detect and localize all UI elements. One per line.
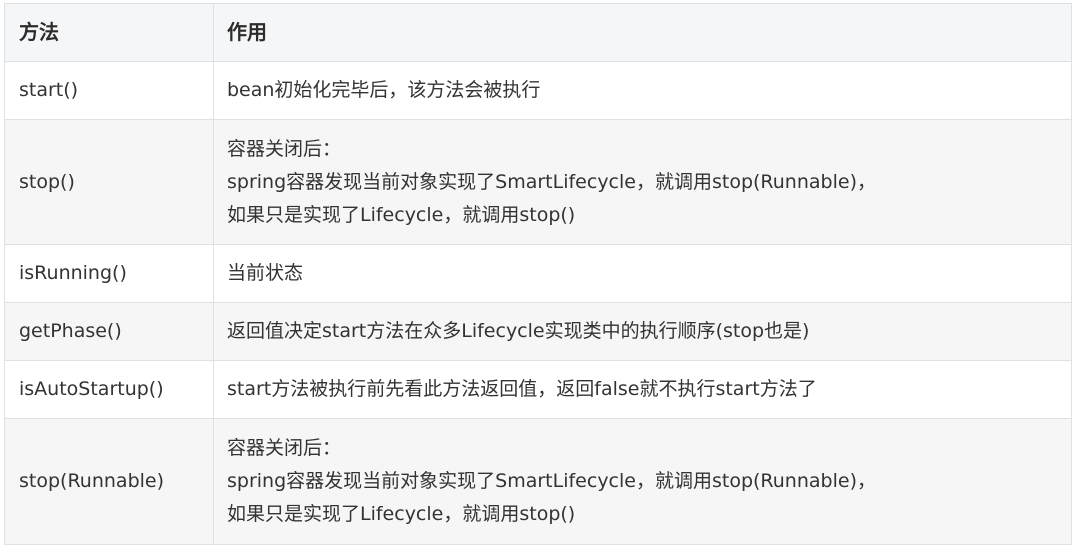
description-line: bean初始化完毕后，该方法会被执行 [227,79,541,101]
table-row: isAutoStartup() start方法被执行前先看此方法返回值，返回fa… [5,361,1071,419]
table-row: stop(Runnable) 容器关闭后： spring容器发现当前对象实现了S… [5,419,1071,544]
description-line: spring容器发现当前对象实现了SmartLifecycle，就调用stop(… [227,470,876,492]
method-name: getPhase() [5,303,214,360]
table-row: getPhase() 返回值决定start方法在众多Lifecycle实现类中的… [5,303,1071,361]
method-name: isAutoStartup() [5,361,214,418]
table-row: start() bean初始化完毕后，该方法会被执行 [5,62,1071,120]
method-name: stop() [5,120,214,244]
method-description: 容器关闭后： spring容器发现当前对象实现了SmartLifecycle，就… [214,120,1071,244]
description-line: 返回值决定start方法在众多Lifecycle实现类中的执行顺序(stop也是… [227,320,810,342]
method-description: 当前状态 [214,245,1071,302]
method-name: start() [5,62,214,119]
description-line: 当前状态 [227,262,304,284]
description-line: 如果只是实现了Lifecycle，就调用stop() [227,503,576,525]
description-line: 容器关闭后： [227,437,342,459]
description-line: spring容器发现当前对象实现了SmartLifecycle，就调用stop(… [227,170,876,193]
lifecycle-methods-table: 方法 作用 start() bean初始化完毕后，该方法会被执行 stop() … [4,3,1072,545]
method-name: isRunning() [5,245,214,302]
description-line: start方法被执行前先看此方法返回值，返回false就不执行start方法了 [227,378,817,400]
table-row: isRunning() 当前状态 [5,245,1071,303]
description-line: 如果只是实现了Lifecycle，就调用stop() [227,203,576,226]
header-effect: 作用 [227,20,267,44]
table-row: stop() 容器关闭后： spring容器发现当前对象实现了SmartLife… [5,120,1071,245]
method-description: 返回值决定start方法在众多Lifecycle实现类中的执行顺序(stop也是… [214,303,1071,360]
method-name: stop(Runnable) [5,419,214,544]
method-description: bean初始化完毕后，该方法会被执行 [214,62,1071,119]
description-line: 容器关闭后： [227,137,342,160]
table-header-row: 方法 作用 [5,4,1071,62]
method-description: start方法被执行前先看此方法返回值，返回false就不执行start方法了 [214,361,1071,418]
header-method: 方法 [5,4,214,61]
method-description: 容器关闭后： spring容器发现当前对象实现了SmartLifecycle，就… [214,419,1071,544]
